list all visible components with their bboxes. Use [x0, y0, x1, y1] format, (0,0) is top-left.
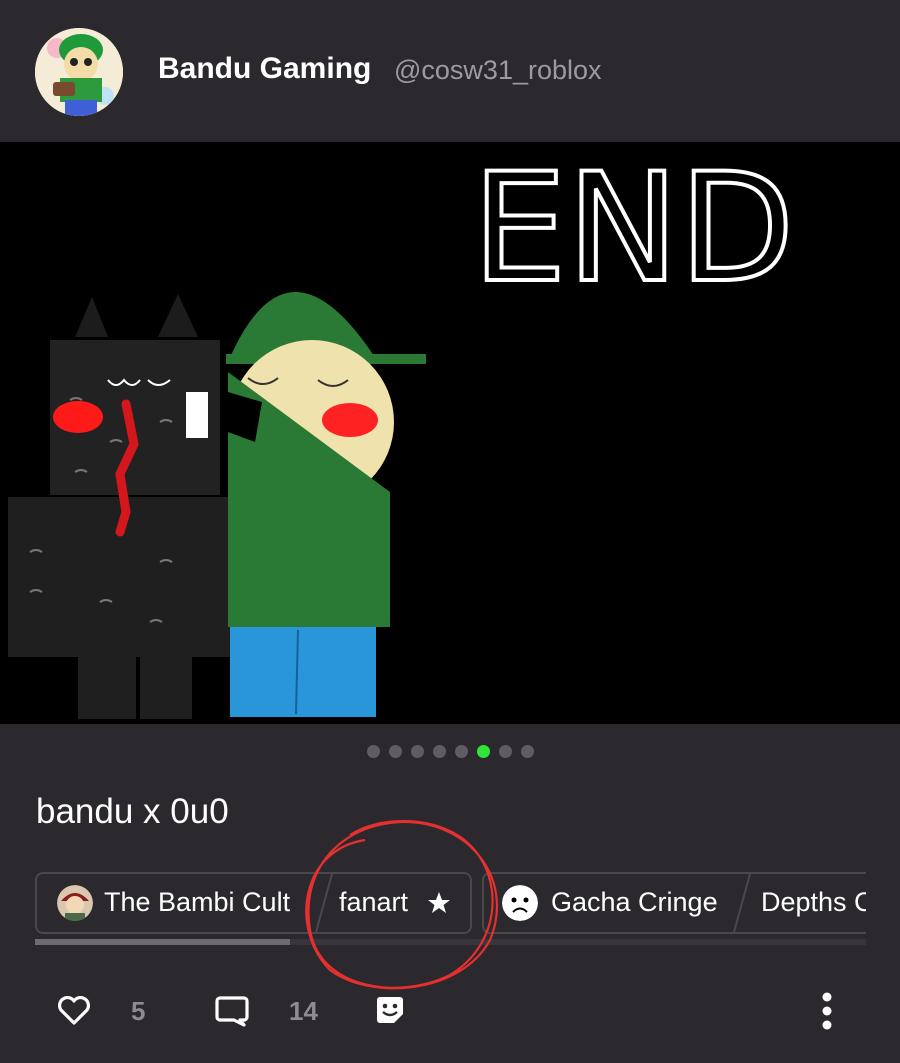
chip-gacha-label[interactable]: Gacha Cringe	[551, 887, 718, 918]
chip-community-label[interactable]: The Bambi Cult	[104, 887, 290, 918]
post-title: bandu x 0u0	[36, 792, 229, 831]
chip-separator	[733, 873, 751, 933]
chip-fanart-label[interactable]: fanart	[339, 887, 408, 918]
carousel-dot[interactable]	[520, 745, 534, 758]
star-icon	[428, 892, 450, 913]
carousel-dot[interactable]	[410, 745, 424, 758]
carousel-dot[interactable]	[498, 745, 512, 758]
category-chips: The Bambi Cult fanart Gacha Cringe Depth…	[0, 872, 866, 938]
carousel-dot[interactable]	[388, 745, 402, 758]
more-options-button[interactable]	[816, 992, 838, 1032]
carousel-dot[interactable]	[454, 745, 468, 758]
sad-face-icon	[502, 885, 538, 921]
carousel-indicator[interactable]	[0, 742, 900, 762]
chips-scrollbar-thumb[interactable]	[35, 939, 290, 945]
sticker-button[interactable]	[372, 992, 408, 1032]
post-image[interactable]: END	[0, 142, 900, 724]
like-count: 5	[131, 996, 146, 1026]
image-end-text: END	[472, 142, 795, 316]
carousel-dot[interactable]	[432, 745, 446, 758]
more-vertical-icon	[822, 992, 832, 1030]
community-avatar-icon	[57, 885, 93, 921]
chip-depths-label[interactable]: Depths C	[761, 887, 866, 918]
post-drawing: END	[0, 142, 900, 724]
comment-button[interactable]	[214, 992, 250, 1032]
author-avatar[interactable]	[35, 28, 123, 116]
avatar-icon	[35, 28, 123, 116]
post-header: Bandu Gaming @cosw31_roblox	[0, 0, 900, 142]
sticker-face-icon	[377, 997, 403, 1023]
author-name[interactable]: Bandu Gaming	[158, 52, 371, 86]
carousel-dot-active[interactable]	[476, 745, 490, 758]
comment-icon	[215, 996, 249, 1027]
carousel-dot[interactable]	[366, 745, 380, 758]
heart-icon	[58, 996, 90, 1025]
like-button[interactable]	[56, 992, 92, 1032]
comment-count: 14	[289, 996, 318, 1026]
author-handle: @cosw31_roblox	[394, 55, 602, 85]
chip-separator	[315, 873, 333, 933]
